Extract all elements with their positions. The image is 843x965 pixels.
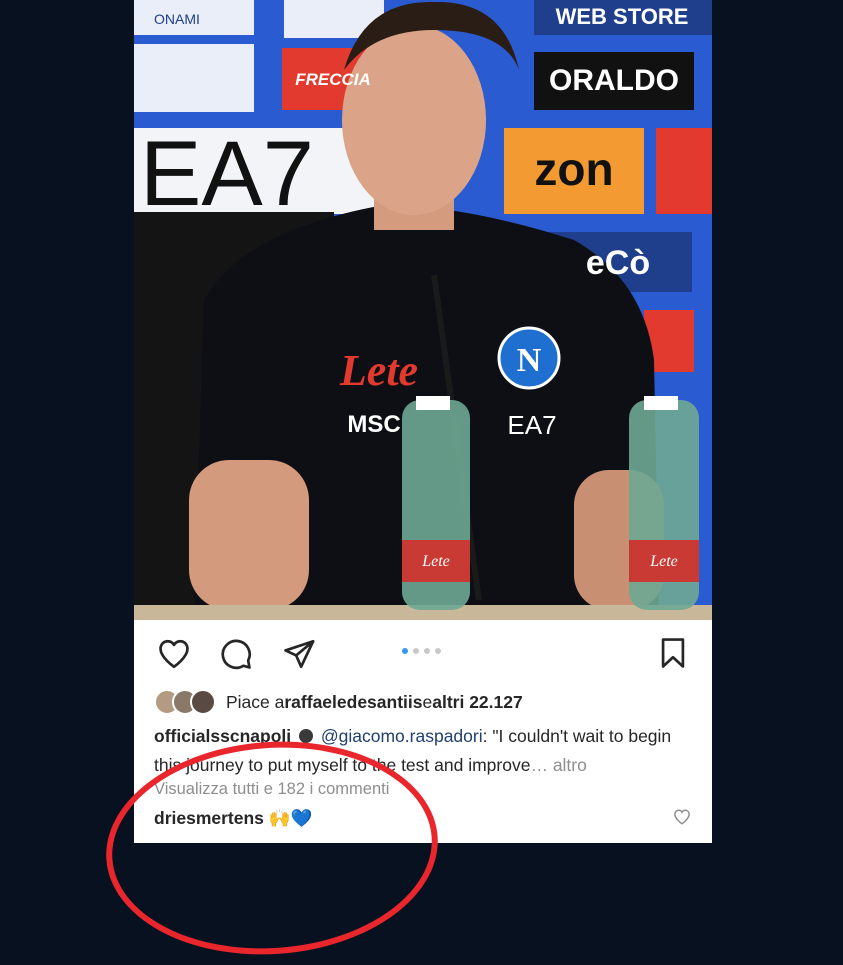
sponsor-text: ORALDO [549, 64, 679, 97]
carousel-dot [424, 648, 430, 654]
likes-prefix: Piace a [226, 691, 285, 712]
bookmark-icon[interactable] [656, 636, 690, 670]
comment-username[interactable]: driesmertens [154, 808, 264, 828]
bottle-label: Lete [421, 553, 450, 570]
comment-like-heart-icon[interactable] [673, 808, 691, 826]
avatar [190, 689, 216, 715]
sponsor-text: zon [534, 143, 613, 195]
sponsor-text: FRECCIA [295, 70, 371, 89]
post-caption: officialsscnapoli @giacomo.raspadori: "I… [154, 722, 699, 780]
caption-mention[interactable]: @giacomo.raspadori [321, 726, 483, 746]
carousel-dot [413, 648, 419, 654]
likes-row[interactable]: Piace a raffaeledesantiis e altri 22.127 [154, 688, 523, 716]
crest-letter: N [517, 342, 542, 379]
likes-user-link[interactable]: raffaeledesantiis [284, 692, 422, 713]
post-photo[interactable]: N Lete MSC EA7 Lete Lete ONAMI FRECCIA W… [134, 0, 712, 620]
view-all-comments-link[interactable]: Visualizza tutti e 182 i commenti [154, 780, 389, 799]
carousel-indicator [402, 648, 441, 654]
likes-count-link[interactable]: altri 22.127 [432, 692, 522, 713]
carousel-dot [402, 648, 408, 654]
shirt-brand: EA7 [507, 410, 556, 440]
send-icon[interactable] [282, 637, 316, 671]
caption-more-link[interactable]: … altro [530, 755, 586, 775]
comment-text: 🙌💙 [263, 808, 313, 828]
liker-avatars [154, 689, 216, 715]
comment-row: driesmertens 🙌💙 [154, 808, 312, 829]
likes-middle: e [422, 691, 433, 712]
caption-username[interactable]: officialsscnapoli [154, 726, 291, 746]
sponsor-text: eCò [586, 244, 650, 282]
bottle-label: Lete [649, 553, 678, 570]
sponsor-text: ONAMI [154, 11, 200, 27]
sponsor-text: WEB STORE [556, 4, 689, 29]
sponsor-text: EA7 [140, 123, 314, 225]
comment-icon[interactable] [219, 637, 253, 671]
instagram-post: N Lete MSC EA7 Lete Lete ONAMI FRECCIA W… [99, 0, 712, 965]
press-conference-image: N Lete MSC EA7 Lete Lete ONAMI FRECCIA W… [134, 0, 712, 620]
shirt-secondary-sponsor: MSC [347, 411, 400, 438]
heart-icon[interactable] [156, 637, 192, 671]
shirt-sponsor: Lete [339, 346, 418, 395]
verified-icon [299, 729, 313, 743]
carousel-dot [435, 648, 441, 654]
